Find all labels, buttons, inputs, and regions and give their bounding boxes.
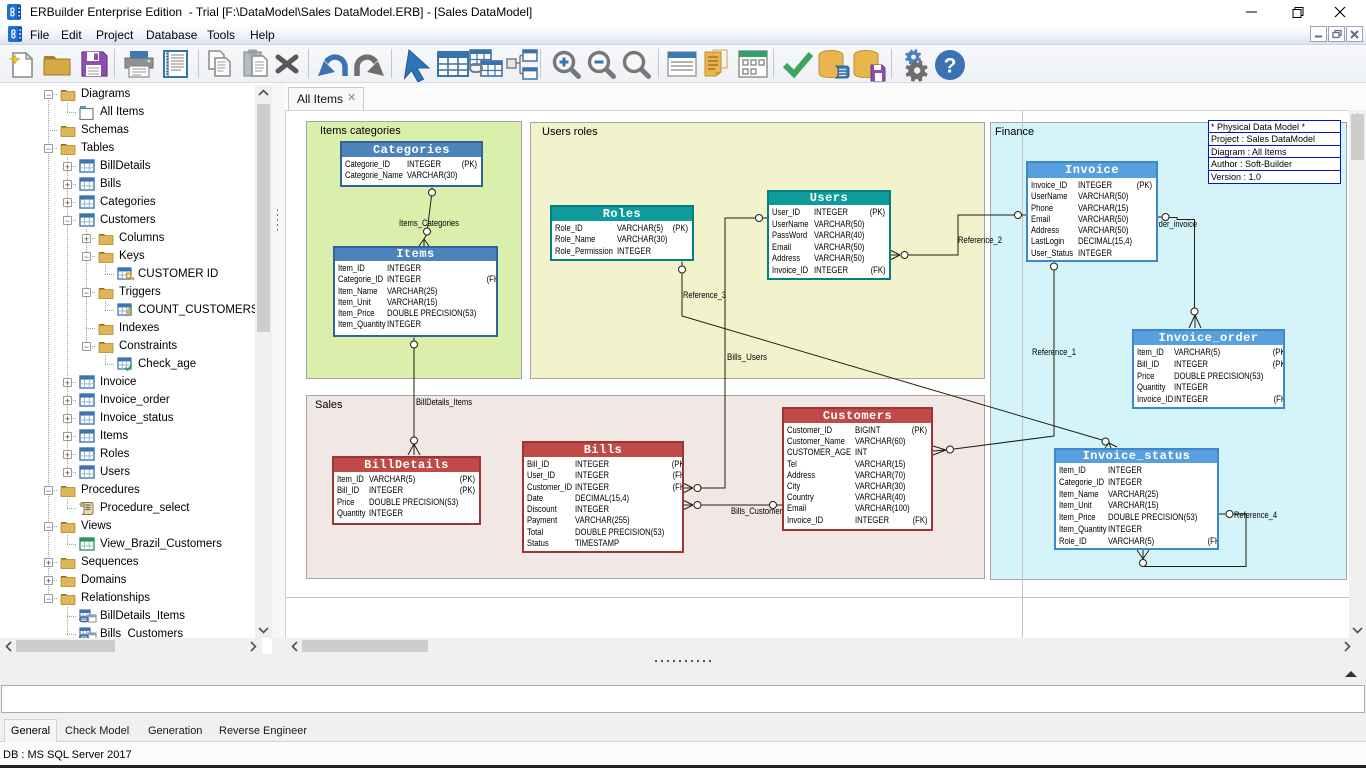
svg-text:?: ? [944, 55, 957, 78]
